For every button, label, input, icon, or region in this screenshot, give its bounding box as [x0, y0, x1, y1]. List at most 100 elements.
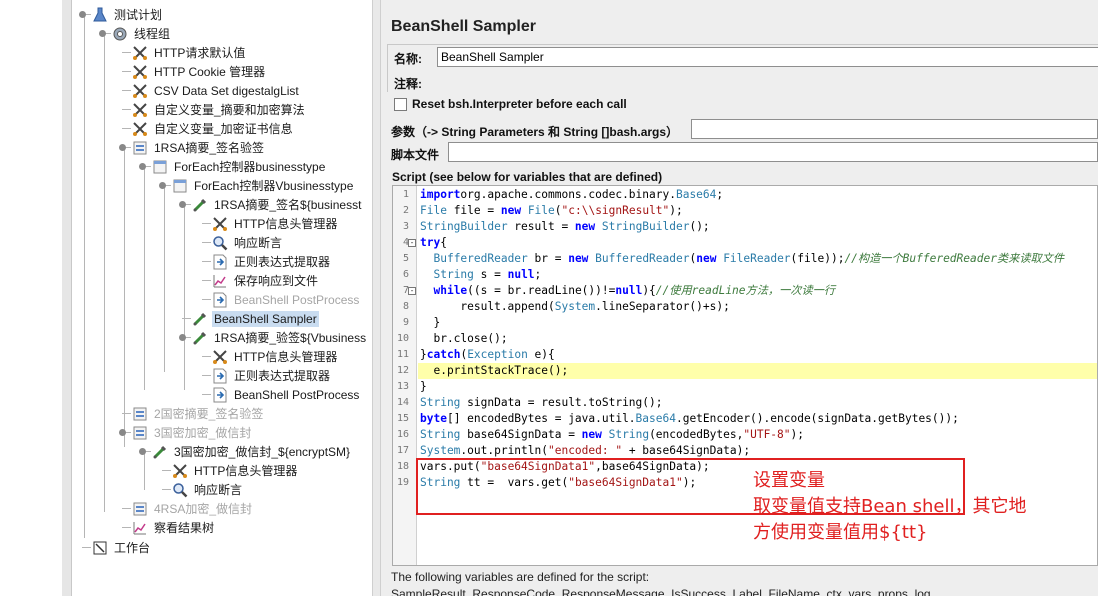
code-token: //构造一个BufferedReader类来读取文件 — [844, 252, 1065, 265]
tree-node-label: BeanShell PostProcess — [234, 292, 360, 307]
tree-node[interactable]: 正则表达式提取器 — [212, 366, 332, 385]
left-margin — [0, 0, 72, 596]
listener-chart-icon — [132, 520, 148, 536]
tree-node[interactable]: 1RSA摘要_验签${Vbusiness — [192, 328, 368, 347]
tree-node[interactable]: 自定义变量_摘要和加密算法 — [132, 100, 307, 119]
tree-node[interactable]: BeanShell PostProcess — [212, 290, 361, 309]
name-field[interactable] — [437, 47, 1098, 67]
line-number: 6 — [402, 269, 409, 280]
tree-node[interactable]: 响应断言 — [212, 233, 284, 252]
tree-node-label: BeanShell PostProcess — [234, 387, 360, 402]
code-line: String base64SignData = new String(encod… — [420, 427, 804, 443]
panel-splitter[interactable] — [372, 0, 381, 596]
tree-connector — [202, 280, 211, 281]
tree-expand-toggle[interactable] — [179, 334, 186, 341]
tree-node[interactable]: HTTP信息头管理器 — [212, 214, 339, 233]
tree-node-label: ForEach控制器Vbusinesstype — [194, 179, 354, 193]
tree-node-label: 2国密摘要_签名验签 — [154, 407, 264, 421]
fold-toggle[interactable]: - — [408, 239, 416, 247]
tree-node[interactable]: BeanShell Sampler — [192, 309, 319, 328]
tree-node-label: 察看结果树 — [154, 521, 215, 535]
assertion-magnifier-icon — [212, 235, 228, 251]
fold-toggle[interactable]: - — [408, 287, 416, 295]
code-token: ; — [716, 188, 724, 201]
name-label: 名称: — [394, 52, 422, 66]
tree-node[interactable]: HTTP信息头管理器 — [172, 461, 299, 480]
tree-node[interactable]: 3国密加密_做信封 — [132, 423, 253, 442]
tree-expand-toggle[interactable] — [139, 163, 146, 170]
reset-interpreter-checkbox[interactable] — [394, 97, 407, 111]
code-token: BufferedReader — [433, 252, 528, 265]
code-token: new — [574, 220, 596, 233]
code-token: e.printStackTrace(); — [420, 364, 569, 377]
tree-expand-toggle[interactable] — [119, 429, 126, 436]
tree-node-label: 3国密加密_做信封 — [154, 426, 252, 440]
script-file-field[interactable] — [448, 142, 1098, 162]
tree-node-label: 1RSA摘要_验签${Vbusiness — [214, 331, 367, 345]
defined-variables-list: SampleResult, ResponseCode, ResponseMess… — [391, 587, 931, 596]
post-processor-icon — [212, 254, 228, 270]
code-token: [] encodedBytes = java.util. — [446, 412, 636, 425]
code-token: String — [608, 428, 650, 441]
tree-node[interactable]: BeanShell PostProcess — [212, 385, 361, 404]
tree-node[interactable]: 1RSA摘要_签名${businesst — [192, 195, 363, 214]
code-token: StringBuilder — [601, 220, 690, 233]
code-line: e.printStackTrace(); — [420, 363, 568, 379]
code-token: //使用readLine方法，一次读一行 — [655, 284, 836, 297]
line-number-gutter: 1 2 3 4-5 6 7-8 9 10 11 12 13 14 15 16 17 18 19 — [393, 186, 417, 565]
code-line: File file = new File("c:\\signResult"); — [420, 203, 683, 219]
tree-connector — [202, 356, 211, 357]
tree-node[interactable]: ForEach控制器businesstype — [152, 157, 327, 176]
code-token: ){ — [642, 284, 656, 297]
tree-node[interactable]: HTTP请求默认值 — [132, 43, 247, 62]
line-number: 12 — [396, 365, 409, 376]
line-number: 13 — [396, 381, 409, 392]
tree-expand-toggle[interactable] — [139, 448, 146, 455]
panel-title: BeanShell Sampler — [391, 18, 536, 35]
code-token: .out.println( — [460, 444, 548, 457]
config-scissors-icon — [132, 45, 148, 61]
tree-node[interactable]: 线程组 — [112, 24, 172, 43]
tree-node[interactable]: 4RSA加密_做信封 — [132, 499, 254, 518]
tree-node[interactable]: 响应断言 — [172, 480, 244, 499]
code-line: br.close(); — [420, 331, 507, 347]
tree-guide-line — [164, 185, 165, 372]
foreach-controller-icon — [172, 178, 188, 194]
parameters-field[interactable] — [691, 119, 1098, 139]
config-scissors-icon — [132, 83, 148, 99]
tree-node[interactable]: 1RSA摘要_签名验签 — [132, 138, 266, 157]
tree-node[interactable]: ForEach控制器Vbusinesstype — [172, 176, 355, 195]
code-token: (encodedBytes, — [649, 428, 744, 441]
reset-interpreter-option[interactable]: Reset bsh.Interpreter before each call — [394, 97, 627, 111]
left-margin-edge — [62, 0, 72, 596]
tree-expand-toggle[interactable] — [119, 144, 126, 151]
tree-node[interactable]: 工作台 — [92, 538, 152, 557]
tree-node[interactable]: 3国密加密_做信封_${encryptSM} — [152, 442, 352, 461]
tree-node[interactable]: 保存响应到文件 — [212, 271, 320, 290]
post-processor-icon — [212, 368, 228, 384]
tree-node-label: 测试计划 — [114, 8, 163, 22]
post-processor-icon — [212, 292, 228, 308]
tree-node[interactable]: 察看结果树 — [132, 518, 216, 537]
tree-expand-toggle[interactable] — [159, 182, 166, 189]
tree-node[interactable]: 正则表达式提取器 — [212, 252, 332, 271]
comment-field[interactable] — [437, 72, 1098, 92]
test-plan-tree[interactable]: 测试计划线程组 HTTP请求默认值 HTTP Cookie 管理器 CSV Data … — [72, 0, 372, 596]
tree-expand-toggle[interactable] — [79, 11, 86, 18]
code-token: String — [420, 396, 461, 409]
tree-expand-toggle[interactable] — [99, 30, 106, 37]
tree-expand-toggle[interactable] — [179, 201, 186, 208]
tree-node[interactable]: CSV Data Set digestalgList — [132, 81, 301, 100]
tree-node-label: 1RSA摘要_签名${businesst — [214, 198, 362, 212]
tree-node[interactable]: HTTP Cookie 管理器 — [132, 62, 267, 81]
tree-connector — [122, 413, 131, 414]
line-number: 7 — [402, 285, 409, 296]
code-token: } — [420, 348, 427, 361]
tree-node[interactable]: 测试计划 — [92, 5, 164, 24]
tree-node[interactable]: 自定义变量_加密证书信息 — [132, 119, 295, 138]
tree-node[interactable]: 2国密摘要_签名验签 — [132, 404, 265, 423]
tree-connector — [82, 547, 91, 548]
tree-node[interactable]: HTTP信息头管理器 — [212, 347, 339, 366]
